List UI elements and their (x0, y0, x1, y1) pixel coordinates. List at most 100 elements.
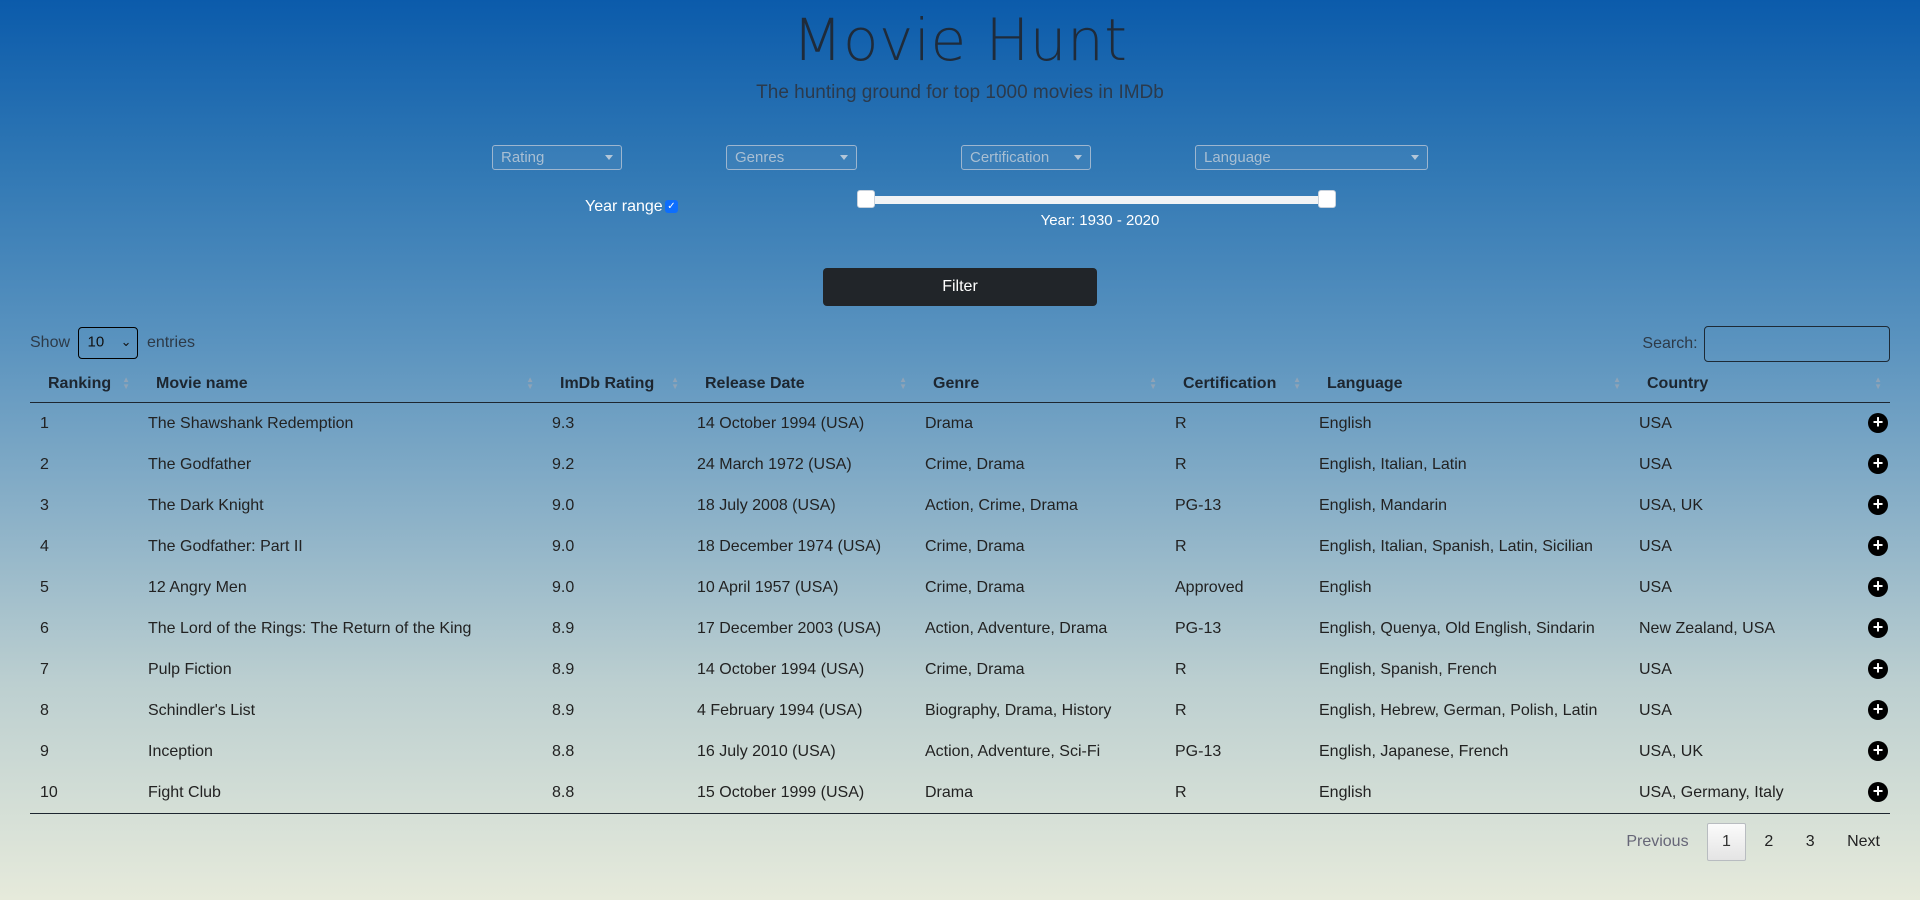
cell-text: USA (1639, 660, 1672, 678)
cell-language: English, Quenya, Old English, Sindarin (1319, 619, 1595, 637)
cell-release-date: 4 February 1994 (USA) (697, 701, 863, 719)
sort-arrows-icon: ▲ ▼ (899, 375, 907, 391)
search-input[interactable] (1704, 326, 1890, 362)
plus-circle-icon[interactable]: + (1868, 741, 1888, 761)
sort-arrows-icon: ▲ ▼ (1149, 375, 1157, 391)
cell-genre: Action, Adventure, Drama (925, 619, 1108, 637)
plus-circle-icon[interactable]: + (1868, 454, 1888, 474)
cell-imdb-rating: 9.3 (552, 414, 575, 432)
year-slider-track[interactable] (866, 196, 1326, 204)
cell-text: USA (1639, 455, 1672, 473)
pagination-next[interactable]: Next (1833, 824, 1894, 860)
filter-button[interactable]: Filter (823, 268, 1097, 306)
column-header-label: Release Date (705, 375, 805, 392)
plus-circle-icon[interactable]: + (1868, 413, 1888, 433)
column-header-country[interactable]: Country ▲ ▼ (1629, 366, 1890, 403)
cell-language: English, Italian, Latin (1319, 455, 1467, 473)
column-header-movie-name[interactable]: Movie name ▲ ▼ (138, 366, 542, 403)
column-header-label: Certification (1183, 375, 1277, 392)
cell-language: English, Spanish, French (1319, 660, 1497, 678)
genres-dropdown-label: Genres (735, 149, 785, 166)
cell-text: New Zealand, USA (1639, 619, 1776, 637)
cell-imdb-rating: 9.0 (552, 537, 575, 555)
cell-genre: Action, Crime, Drama (925, 496, 1078, 514)
plus-circle-icon[interactable]: + (1868, 536, 1888, 556)
cell-ranking: 6 (40, 619, 49, 637)
search-label: Search: (1642, 335, 1698, 352)
plus-circle-icon[interactable]: + (1868, 659, 1888, 679)
cell-genre: Crime, Drama (925, 660, 1025, 678)
plus-circle-icon[interactable]: + (1868, 618, 1888, 638)
genres-dropdown[interactable]: Genres (726, 145, 857, 170)
cell-language: English (1309, 772, 1629, 814)
cell-ranking: 5 (40, 578, 49, 596)
cell-country: New Zealand, USA + (1629, 608, 1890, 649)
cell-imdb-rating: 8.9 (552, 701, 575, 719)
certification-dropdown[interactable]: Certification (961, 145, 1091, 170)
year-slider-min-handle[interactable] (857, 190, 875, 208)
table-row: 1 The Shawshank Redemption 9.3 14 October 1… (30, 403, 1890, 445)
cell-genre: Action, Adventure, Sci-Fi (925, 742, 1101, 760)
cell-movie-name: The Godfather: Part II (148, 537, 303, 555)
cell-text: USA, UK (1639, 496, 1704, 514)
cell-imdb-rating: 9.2 (552, 455, 575, 473)
cell-country: USA + (1629, 403, 1890, 445)
table-row: 8 Schindler's List 8.9 4 February 1994 (USA… (30, 690, 1890, 731)
sort-arrows-icon: ▲ ▼ (526, 375, 534, 391)
year-slider-max-handle[interactable] (1318, 190, 1336, 208)
caret-down-icon (1411, 155, 1419, 160)
pagination-page-1[interactable]: 1 (1707, 823, 1746, 861)
plus-circle-icon[interactable]: + (1868, 700, 1888, 720)
cell-country: USA + (1629, 567, 1890, 608)
entries-length-control: Show 10 ⌄ entries (30, 327, 195, 359)
cell-country: USA + (1629, 690, 1890, 731)
plus-circle-icon[interactable]: + (1868, 782, 1888, 802)
cell-certification: R (1175, 414, 1187, 432)
cell-release-date: 15 October 1999 (USA) (687, 772, 915, 814)
cell-ranking: 10 (30, 772, 138, 814)
column-header-language[interactable]: Language ▲ ▼ (1309, 366, 1629, 403)
column-header-release-date[interactable]: Release Date ▲ ▼ (687, 366, 915, 403)
cell-certification: R (1165, 772, 1309, 814)
chevron-down-icon: ⌄ (120, 334, 132, 349)
plus-circle-icon[interactable]: + (1868, 577, 1888, 597)
cell-certification: Approved (1175, 578, 1244, 596)
column-header-ranking[interactable]: Ranking ▲ ▼ (30, 366, 138, 403)
certification-dropdown-label: Certification (970, 149, 1050, 166)
sort-arrows-icon: ▲ ▼ (1874, 375, 1882, 391)
cell-ranking: 4 (40, 537, 49, 555)
language-dropdown[interactable]: Language (1195, 145, 1428, 170)
language-dropdown-label: Language (1204, 149, 1271, 166)
caret-down-icon (840, 155, 848, 160)
cell-country: USA, UK + (1629, 485, 1890, 526)
cell-movie-name: Pulp Fiction (148, 660, 232, 678)
show-label: Show (30, 334, 71, 351)
cell-ranking: 2 (40, 455, 49, 473)
plus-circle-icon[interactable]: + (1868, 495, 1888, 515)
pagination: Previous 1 2 3 Next (1612, 823, 1894, 861)
pagination-previous[interactable]: Previous (1612, 824, 1702, 860)
column-header-label: Genre (933, 375, 980, 392)
caret-down-icon (605, 155, 613, 160)
movies-table: Ranking ▲ ▼ Movie name ▲ ▼ ImDb Rating ▲ ▼ Releas… (30, 366, 1890, 814)
column-header-imdb-rating[interactable]: ImDb Rating ▲ ▼ (542, 366, 687, 403)
table-row: 9 Inception 8.8 16 July 2010 (USA) Action, A… (30, 731, 1890, 772)
pagination-page-2[interactable]: 2 (1750, 824, 1787, 860)
column-header-genre[interactable]: Genre ▲ ▼ (915, 366, 1165, 403)
column-header-label: Country (1647, 375, 1709, 392)
entries-select-value: 10 (87, 333, 105, 351)
pagination-page-3[interactable]: 3 (1792, 824, 1829, 860)
cell-movie-name: Inception (148, 742, 213, 760)
column-header-certification[interactable]: Certification ▲ ▼ (1165, 366, 1309, 403)
rating-dropdown-label: Rating (501, 149, 545, 166)
cell-imdb-rating: 8.8 (542, 772, 687, 814)
cell-certification: PG-13 (1175, 496, 1222, 514)
cell-language: English, Mandarin (1319, 496, 1448, 514)
cell-release-date: 17 December 2003 (USA) (697, 619, 882, 637)
cell-language: English (1319, 578, 1372, 596)
rating-dropdown[interactable]: Rating (492, 145, 622, 170)
table-row: 6 The Lord of the Rings: The Return of th… (30, 608, 1890, 649)
year-range-checkbox[interactable]: ✓ (665, 200, 678, 213)
entries-select[interactable]: 10 ⌄ (78, 327, 139, 359)
cell-release-date: 14 October 1994 (USA) (697, 660, 865, 678)
